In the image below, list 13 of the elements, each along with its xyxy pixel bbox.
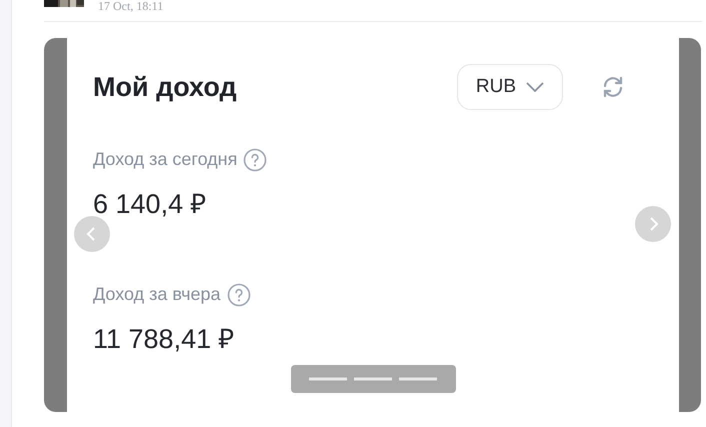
stat-value: 11 788,41 ₽ (93, 324, 235, 354)
stat-value: 6 140,4 ₽ (93, 189, 207, 219)
refresh-icon[interactable] (601, 75, 625, 99)
chevron-down-icon (526, 82, 544, 92)
help-icon[interactable] (226, 282, 251, 306)
stat-label: Доход за сегодня (93, 148, 238, 171)
previous-button[interactable] (74, 216, 110, 252)
stat-label: Доход за вчера (93, 283, 221, 306)
next-button[interactable] (635, 206, 671, 242)
help-icon[interactable] (243, 148, 268, 172)
timestamp: 17 Oct, 18:11 (98, 0, 164, 12)
widget-title: Мой доход (93, 70, 238, 104)
currency-dropdown[interactable]: RUB (456, 64, 563, 110)
